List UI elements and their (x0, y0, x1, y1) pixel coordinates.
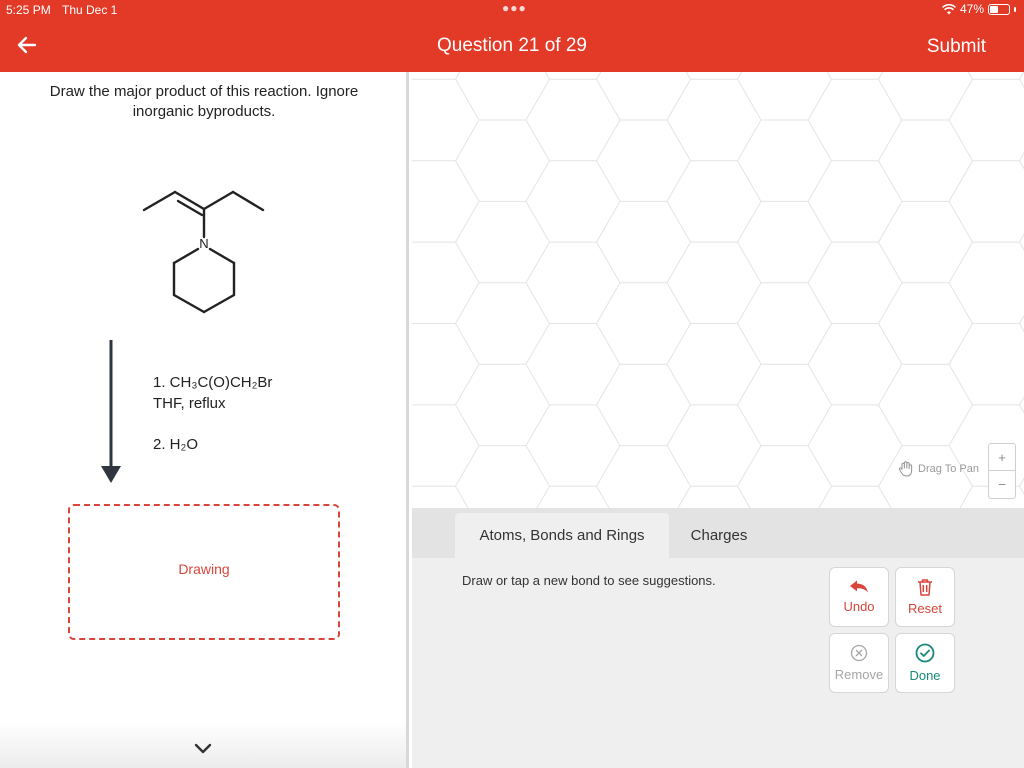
question-text: Draw the major product of this reaction.… (49, 83, 359, 120)
trash-icon (918, 579, 932, 596)
reset-label: Reset (908, 601, 942, 616)
chevron-down-icon[interactable] (193, 742, 213, 756)
remove-label: Remove (834, 667, 884, 682)
hint-text: Draw or tap a new bond to see suggestion… (462, 573, 716, 588)
drag-to-pan-label: Drag To Pan (918, 462, 979, 475)
question-panel: Draw the major product of this reaction.… (0, 72, 409, 768)
reagent-step2: 2. H₂O (153, 436, 198, 453)
tab-atoms-bonds-rings[interactable]: Atoms, Bonds and Rings (455, 513, 669, 558)
reaction-conditions: 1. CH₃C(O)CH₂Br THF, reflux 2. H₂O (153, 372, 272, 455)
drawing-canvas[interactable]: Drag To Pan + − (412, 72, 1024, 508)
status-time: 5:25 PM (6, 3, 51, 17)
battery-percent: 47% (959, 2, 984, 16)
zoom-in-button[interactable]: + (989, 444, 1015, 471)
reactant-enamine-structure: N (142, 190, 265, 314)
drag-to-pan-button[interactable]: Drag To Pan (898, 460, 979, 477)
undo-icon (850, 580, 868, 593)
done-label: Done (909, 668, 941, 683)
page-title: Question 21 of 29 (437, 35, 587, 56)
battery-fill (990, 5, 999, 13)
tab-charges[interactable]: Charges (674, 513, 764, 558)
reset-button[interactable]: Reset (895, 567, 955, 627)
product-drawing-box[interactable]: Drawing (68, 504, 340, 640)
tools-panel: Atoms, Bonds and Rings Charges Draw or t… (412, 508, 1024, 768)
nitrogen-atom-label: N (199, 236, 208, 251)
drawing-label: Drawing (178, 561, 230, 577)
reagent-step1-line2: THF, reflux (153, 395, 226, 412)
zoom-controls: + − (988, 443, 1016, 499)
undo-button[interactable]: Undo (829, 567, 889, 627)
reaction-arrow-icon (101, 340, 121, 483)
battery-icon (988, 3, 1010, 15)
app-header: 5:25 PM Thu Dec 1 ●●● 47% Question 21 of… (0, 0, 1024, 72)
undo-label: Undo (843, 599, 875, 614)
check-circle-icon (915, 643, 935, 663)
wifi-icon (942, 3, 956, 14)
hexagon-grid-lines (412, 72, 1024, 508)
status-date: Thu Dec 1 (62, 3, 118, 17)
reagent-step1-line1: 1. CH₃C(O)CH₂Br (153, 374, 273, 391)
done-button[interactable]: Done (895, 633, 955, 693)
status-right: 47% (942, 2, 1016, 16)
remove-button[interactable]: Remove (829, 633, 889, 693)
zoom-out-button[interactable]: − (989, 471, 1015, 498)
remove-x-circle-icon (850, 644, 868, 662)
submit-button[interactable]: Submit (927, 36, 986, 58)
tool-tabs: Atoms, Bonds and Rings Charges (412, 508, 1024, 558)
hexagon-grid (412, 72, 1024, 508)
battery-nub (1014, 6, 1016, 12)
hand-icon (898, 461, 913, 477)
multitasking-dots-icon[interactable]: ●●● (502, 1, 527, 15)
